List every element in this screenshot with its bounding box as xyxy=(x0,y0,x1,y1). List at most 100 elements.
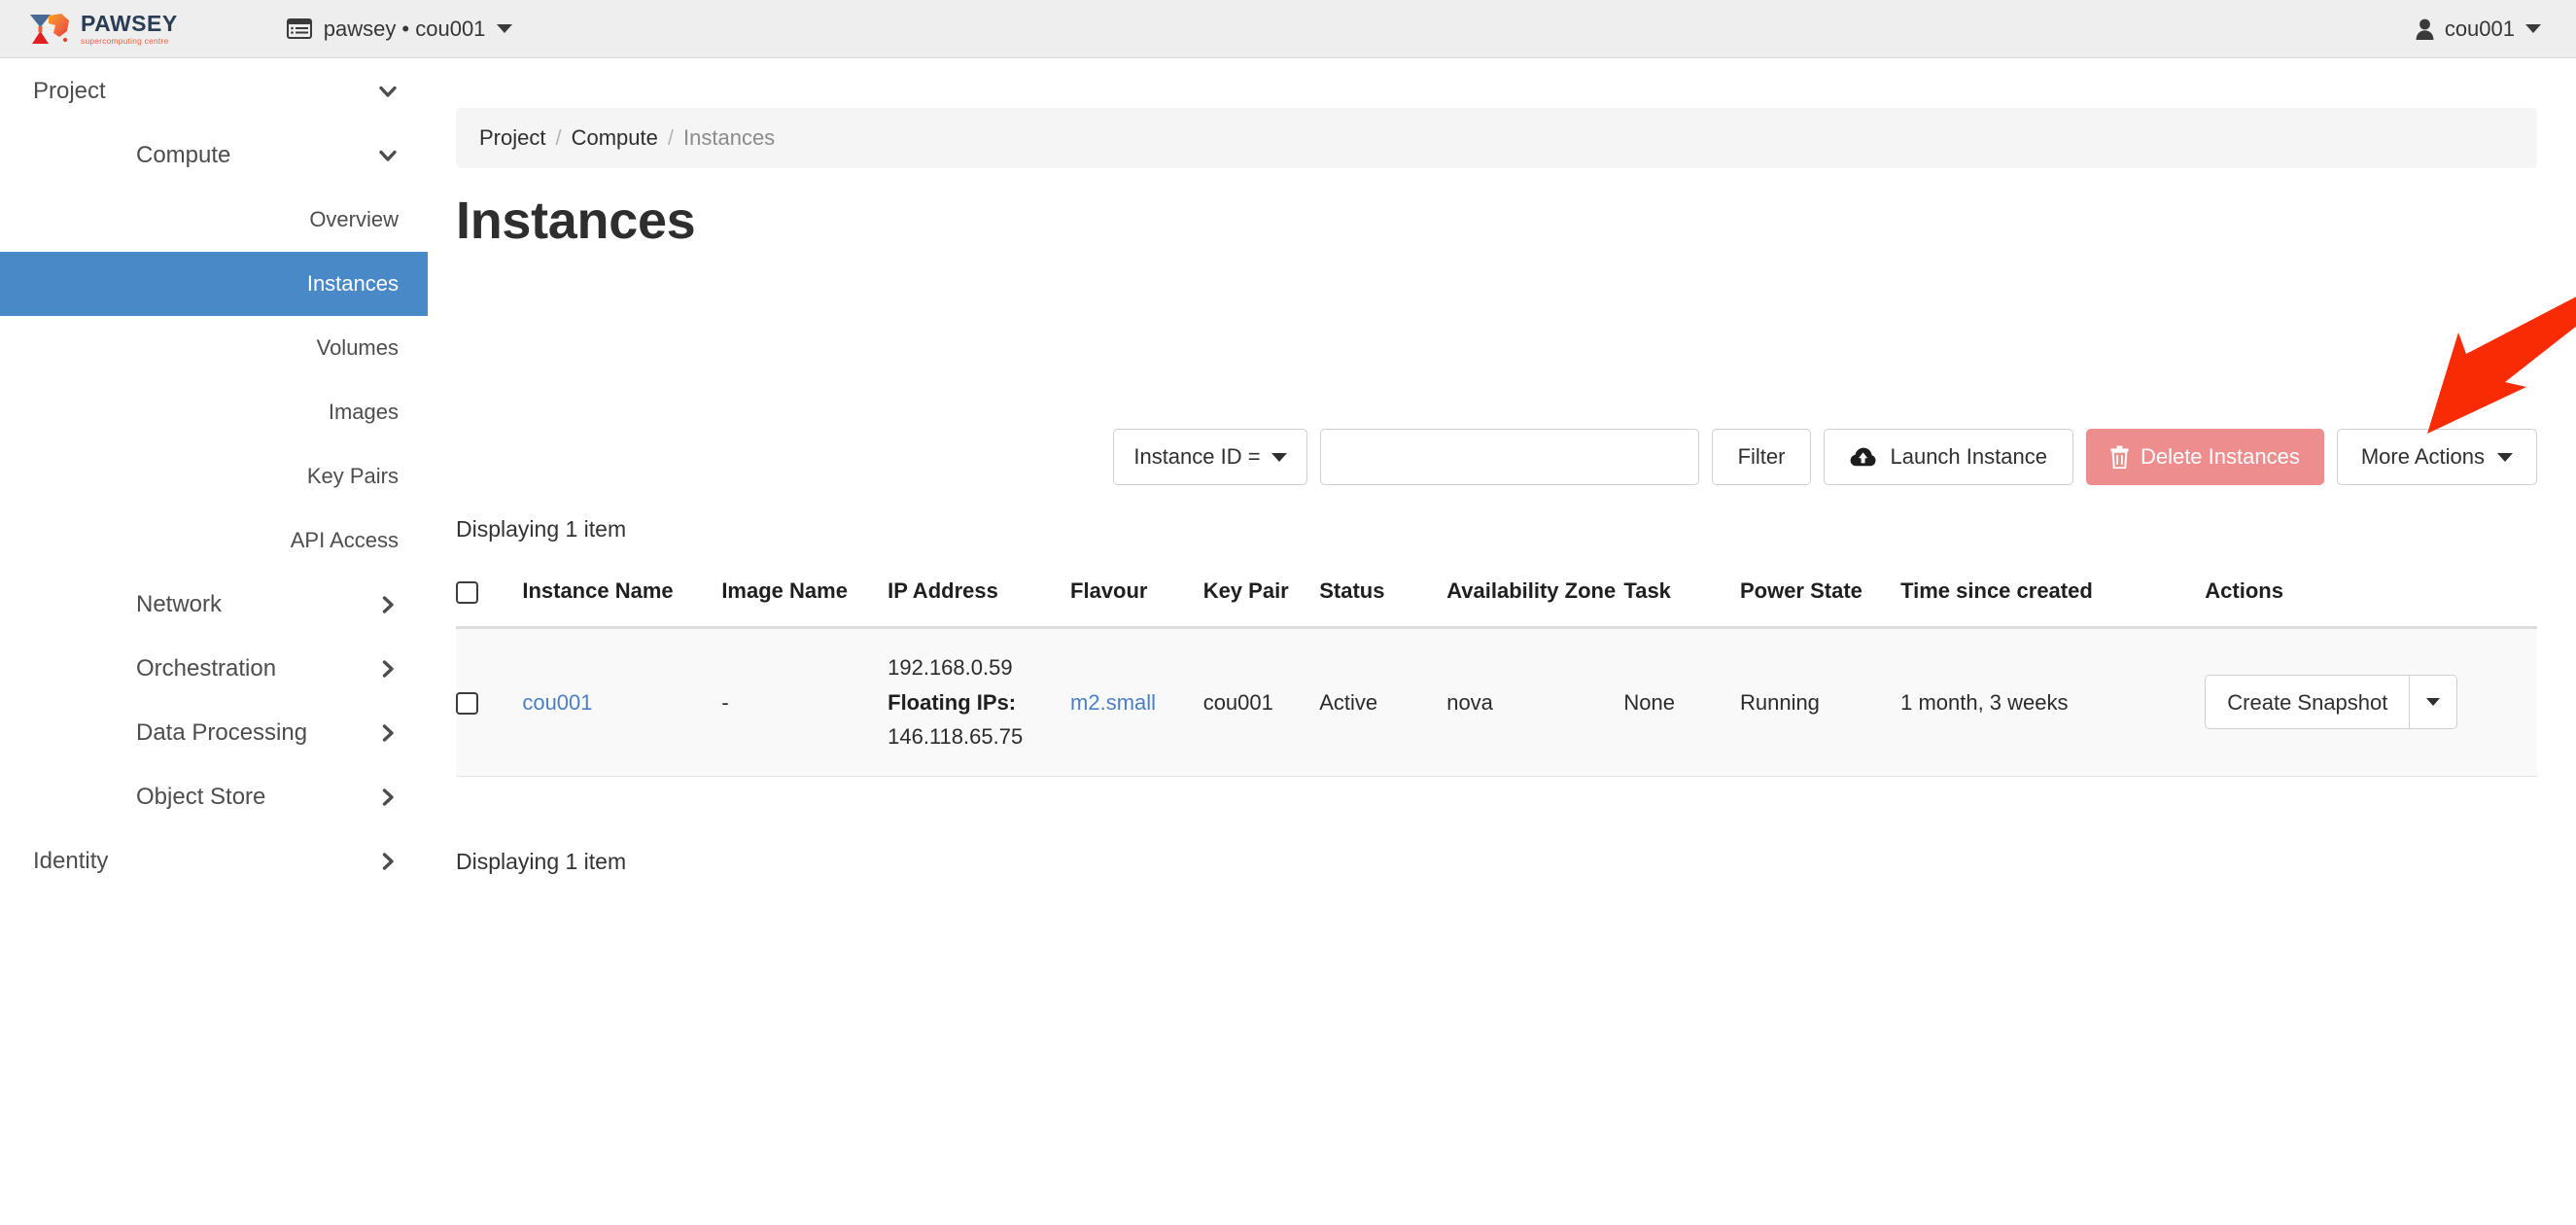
project-switcher[interactable]: pawsey • cou001 xyxy=(286,17,513,42)
sidebar-item-orchestration[interactable]: Orchestration xyxy=(0,637,428,701)
column-status: Status xyxy=(1319,565,1447,630)
cloud-upload-icon xyxy=(1851,447,1876,467)
launch-instance-button[interactable]: Launch Instance xyxy=(1824,429,2073,485)
column-availability-zone: Availability Zone xyxy=(1446,565,1624,630)
cell-status: Active xyxy=(1319,627,1447,777)
row-checkbox[interactable] xyxy=(456,692,478,716)
sidebar-item-label: Key Pairs xyxy=(306,464,399,488)
more-actions-button[interactable]: More Actions xyxy=(2336,429,2537,485)
sidebar: Project Compute Overview Instances Volumes Im… xyxy=(0,59,428,1225)
sidebar-item-label: Orchestration xyxy=(136,655,277,682)
pawsey-mark-icon xyxy=(30,13,69,44)
column-ip-address: IP Address xyxy=(888,565,1071,630)
instances-table: Instance Name Image Name IP Address Flav… xyxy=(456,565,2537,777)
table-header-row: Instance Name Image Name IP Address Flav… xyxy=(456,565,2537,630)
pawsey-logo[interactable]: PAWSEY supercomputing centre xyxy=(27,10,178,49)
sidebar-item-key-pairs[interactable]: Key Pairs xyxy=(0,444,428,508)
cell-power-state: Running xyxy=(1739,627,1901,777)
more-actions-label: More Actions xyxy=(2360,444,2485,469)
breadcrumb: Project / Compute / Instances xyxy=(456,108,2537,168)
flavour-link[interactable]: m2.small xyxy=(1070,690,1156,715)
sidebar-item-label: Overview xyxy=(309,207,399,231)
sidebar-item-object-store[interactable]: Object Store xyxy=(0,765,428,829)
floating-ip-value: 146.118.65.75 xyxy=(888,724,1024,750)
column-image-name: Image Name xyxy=(721,565,888,630)
sidebar-item-api-access[interactable]: API Access xyxy=(0,508,428,573)
sidebar-item-volumes[interactable]: Volumes xyxy=(0,316,428,380)
instance-name-link[interactable]: cou001 xyxy=(522,690,592,715)
top-bar: PAWSEY supercomputing centre pawsey • co… xyxy=(0,0,2576,58)
breadcrumb-item-project[interactable]: Project xyxy=(479,125,545,151)
chevron-right-icon xyxy=(382,853,394,870)
breadcrumb-separator: / xyxy=(667,125,675,150)
sidebar-item-label: Identity xyxy=(33,848,109,874)
window-list-icon xyxy=(286,18,312,39)
breadcrumb-item-instances: Instances xyxy=(683,125,776,150)
floating-ip-label: Floating IPs: xyxy=(888,689,1017,715)
ip-address-block: 192.168.0.59 Floating IPs: 146.118.65.75 xyxy=(888,650,1070,754)
row-actions-dropdown-toggle[interactable] xyxy=(2409,675,2458,730)
column-time-since-created: Time since created xyxy=(1900,565,2206,630)
row-actions-split-button: Create Snapshot xyxy=(2205,675,2458,730)
delete-instances-label: Delete Instances xyxy=(2140,444,2300,469)
cell-flavour: m2.small xyxy=(1070,627,1203,777)
cell-availability-zone: nova xyxy=(1446,627,1624,777)
brand-name: PAWSEY xyxy=(81,10,178,36)
sidebar-item-label: Volumes xyxy=(316,335,399,360)
cell-actions: Create Snapshot xyxy=(2205,627,2537,777)
pawsey-wordmark: PAWSEY supercomputing centre xyxy=(81,10,178,46)
column-task: Task xyxy=(1623,565,1740,630)
column-key-pair: Key Pair xyxy=(1202,565,1320,630)
trash-icon xyxy=(2110,445,2129,469)
person-icon xyxy=(2416,18,2434,40)
chevron-down-icon xyxy=(379,150,397,161)
filter-button[interactable]: Filter xyxy=(1711,429,1812,485)
sidebar-item-label: Compute xyxy=(136,142,231,168)
filter-type-label: Instance ID = xyxy=(1133,444,1261,469)
sidebar-item-project[interactable]: Project xyxy=(0,59,428,123)
create-snapshot-button[interactable]: Create Snapshot xyxy=(2205,675,2410,730)
table-toolbar: Instance ID = Filter Launch Instance Del… xyxy=(456,429,2537,485)
ip-primary: 192.168.0.59 xyxy=(888,655,1013,681)
select-all-header xyxy=(456,565,523,630)
sidebar-item-identity[interactable]: Identity xyxy=(0,829,428,893)
sidebar-item-label: Object Store xyxy=(136,784,266,810)
sidebar-item-data-processing[interactable]: Data Processing xyxy=(0,701,428,765)
page-title: Instances xyxy=(456,192,696,250)
cell-ip-address: 192.168.0.59 Floating IPs: 146.118.65.75 xyxy=(888,627,1071,777)
breadcrumb-separator: / xyxy=(555,125,562,150)
chevron-down-icon xyxy=(2426,698,2441,707)
delete-instances-button[interactable]: Delete Instances xyxy=(2085,429,2324,485)
filter-search-input[interactable] xyxy=(1319,429,1699,485)
chevron-down-icon xyxy=(379,86,397,97)
chevron-down-icon xyxy=(497,24,513,33)
sidebar-item-label: Project xyxy=(33,78,106,104)
brand-tagline: supercomputing centre xyxy=(81,35,169,46)
row-select-cell xyxy=(456,627,523,777)
item-count-top: Displaying 1 item xyxy=(456,516,627,542)
column-power-state: Power State xyxy=(1739,565,1901,630)
sidebar-item-label: Data Processing xyxy=(136,719,308,746)
annotation-arrow xyxy=(2427,297,2576,434)
user-menu[interactable]: cou001 xyxy=(2416,17,2541,42)
sidebar-item-label: Instances xyxy=(306,271,399,296)
sidebar-item-network[interactable]: Network xyxy=(0,573,428,637)
launch-instance-label: Launch Instance xyxy=(1890,444,2047,469)
sidebar-item-overview[interactable]: Overview xyxy=(0,188,428,252)
select-all-checkbox[interactable] xyxy=(456,580,478,604)
chevron-down-icon xyxy=(2525,24,2541,33)
chevron-right-icon xyxy=(382,724,394,742)
chevron-right-icon xyxy=(382,660,394,678)
cell-image-name: - xyxy=(721,627,888,777)
chevron-right-icon xyxy=(382,788,394,806)
breadcrumb-item-compute[interactable]: Compute xyxy=(572,125,658,151)
filter-type-dropdown[interactable]: Instance ID = xyxy=(1113,429,1307,485)
chevron-down-icon xyxy=(2497,452,2513,462)
sidebar-item-images[interactable]: Images xyxy=(0,380,428,444)
sidebar-item-instances[interactable]: Instances xyxy=(0,252,428,316)
chevron-down-icon xyxy=(1271,452,1287,462)
sidebar-item-compute[interactable]: Compute xyxy=(0,123,428,188)
main-content: Project / Compute / Instances Instances … xyxy=(429,59,2576,1225)
instances-table-wrapper: Instance Name Image Name IP Address Flav… xyxy=(456,565,2537,777)
filter-button-label: Filter xyxy=(1737,444,1786,469)
